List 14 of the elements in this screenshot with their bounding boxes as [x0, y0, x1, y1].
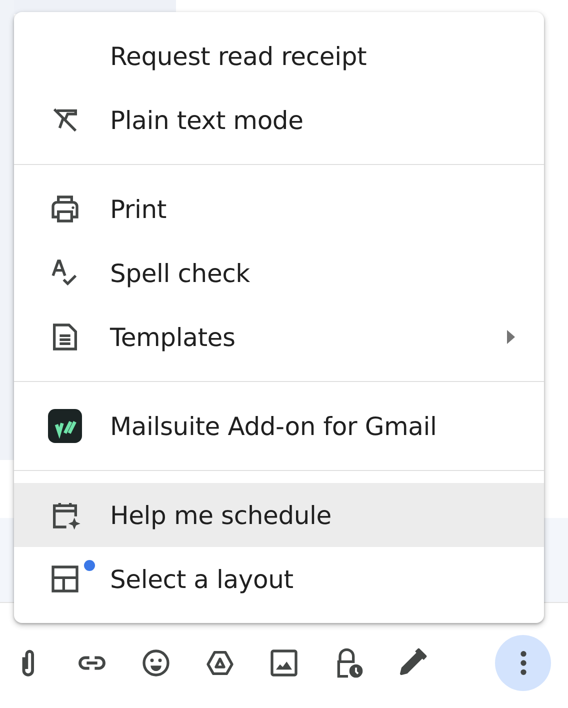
menu-item[interactable]: Print — [14, 177, 544, 241]
menu-item[interactable]: Mailsuite Add-on for Gmail — [14, 394, 544, 458]
menu-item[interactable]: Request read receipt — [14, 24, 544, 88]
image-icon — [268, 647, 300, 679]
layout-icon — [49, 563, 81, 595]
menu-item[interactable]: Templates — [14, 305, 544, 369]
smiley-icon — [140, 647, 172, 679]
menu-item[interactable]: Plain text mode — [14, 88, 544, 152]
menu-item[interactable]: Select a layout — [14, 547, 544, 611]
print-icon — [49, 193, 81, 225]
menu-item[interactable]: Spell check — [14, 241, 544, 305]
more-options-icon — [520, 651, 526, 675]
menu-item[interactable]: Help me schedule — [14, 483, 544, 547]
app-logo-icon — [48, 406, 82, 446]
